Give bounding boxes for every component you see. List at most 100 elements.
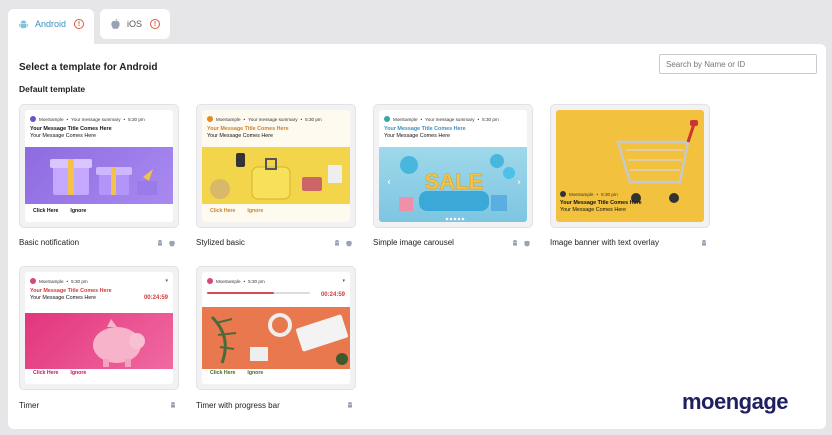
android-icon bbox=[158, 240, 162, 246]
platform-tabs: Android ! iOS ! bbox=[8, 9, 171, 45]
app-icon bbox=[560, 191, 566, 197]
notification-message: Your Message Comes Here bbox=[384, 133, 451, 139]
app-name: MoeSample bbox=[216, 116, 241, 122]
tab-ios-label: iOS bbox=[127, 19, 143, 29]
platform-icons bbox=[169, 401, 177, 409]
template-name: Simple image carousel bbox=[373, 238, 454, 247]
notification-time: 5:30 pm bbox=[128, 116, 145, 122]
template-name: Basic notification bbox=[19, 238, 80, 247]
ignore-action: Ignore bbox=[70, 208, 87, 214]
tab-android-label: Android bbox=[35, 19, 67, 29]
banner-overlay-text: MoeSample • 5:30 pm Your Message Title Co… bbox=[560, 191, 642, 213]
warning-icon: ! bbox=[150, 19, 161, 29]
countdown-timer: 00:24:59 bbox=[320, 292, 345, 298]
tab-ios[interactable]: iOS ! bbox=[100, 9, 171, 39]
notification-title: Your Message Title Comes Here bbox=[207, 126, 289, 132]
notification-header: MoeSample • 5:30 pm ▾ bbox=[202, 272, 350, 284]
ignore-action: Ignore bbox=[70, 370, 87, 376]
chevron-down-icon: ▾ bbox=[165, 278, 168, 284]
notification-header: MoeSample • 5:30 pm bbox=[560, 191, 642, 197]
notification-header: MoeSample • Your message summary • 5:30 pm bbox=[25, 110, 173, 122]
notification-header: MoeSample • 5:30 pm ▾ bbox=[25, 272, 173, 284]
notification-actions: Click Here Ignore bbox=[25, 208, 94, 214]
app-icon bbox=[30, 278, 36, 284]
notification-time: 5:30 pm bbox=[248, 278, 265, 284]
section-title: Default template bbox=[19, 84, 86, 94]
template-name: Timer bbox=[19, 401, 40, 410]
ignore-action: Ignore bbox=[247, 208, 264, 214]
template-card-stylized-basic[interactable]: MoeSample • Your message summary • 5:30 pm… bbox=[196, 104, 356, 228]
travel-image bbox=[202, 147, 350, 204]
android-icon bbox=[702, 240, 706, 246]
notification-time: 5:30 pm bbox=[71, 278, 88, 284]
notification-time: 5:30 pm bbox=[601, 191, 618, 197]
tab-android[interactable]: Android ! bbox=[8, 9, 95, 45]
notification-time: 5:30 pm bbox=[482, 116, 499, 122]
warning-icon: ! bbox=[74, 19, 85, 29]
notification-title: Your Message Title Comes Here bbox=[30, 126, 112, 132]
desk-image bbox=[202, 307, 350, 369]
platform-icons bbox=[700, 239, 708, 247]
template-name: Stylized basic bbox=[196, 238, 245, 247]
platform-icons bbox=[511, 239, 531, 247]
notification-header: MoeSample • Your message summary • 5:30 pm bbox=[202, 110, 350, 122]
platform-icons bbox=[346, 401, 354, 409]
notification-actions: Click Here Ignore bbox=[202, 208, 271, 214]
notification-title: Your Message Title Comes Here bbox=[560, 200, 642, 206]
apple-icon bbox=[346, 240, 352, 247]
template-card-timer-progress[interactable]: MoeSample • 5:30 pm ▾ 00:24:59 Click Here… bbox=[196, 266, 356, 390]
piggy-bank-image bbox=[25, 313, 173, 369]
countdown-timer: 00:24:59 bbox=[143, 294, 168, 301]
message-summary: Your message summary bbox=[71, 116, 121, 122]
click-here-action: Click Here bbox=[210, 208, 236, 214]
template-card-timer[interactable]: MoeSample • 5:30 pm ▾ Your Message Title … bbox=[19, 266, 179, 390]
apple-icon bbox=[111, 18, 120, 30]
sale-text: SALE bbox=[425, 169, 484, 194]
notification-actions: Click Here Ignore bbox=[25, 370, 94, 376]
progress-fill bbox=[207, 291, 274, 294]
app-name: MoeSample bbox=[569, 191, 594, 197]
app-name: MoeSample bbox=[216, 278, 241, 284]
android-icon bbox=[171, 402, 175, 408]
template-card-simple-image-carousel[interactable]: MoeSample • Your message summary • 5:30 pm… bbox=[373, 104, 533, 228]
notification-message: Your Message Comes Here bbox=[30, 133, 97, 139]
carousel-next-icon: › bbox=[517, 177, 521, 188]
app-icon bbox=[30, 116, 36, 122]
moengage-logo: moengage bbox=[682, 389, 789, 414]
notification-actions: Click Here Ignore bbox=[202, 370, 271, 376]
notification-message: Your Message Comes Here bbox=[207, 133, 274, 139]
template-name: Timer with progress bar bbox=[196, 401, 280, 410]
gift-image bbox=[25, 147, 173, 204]
app-icon bbox=[207, 278, 213, 284]
template-panel: Select a template for Android Default te… bbox=[8, 44, 826, 429]
app-icon bbox=[207, 116, 213, 122]
search-input[interactable] bbox=[659, 54, 817, 74]
app-name: MoeSample bbox=[39, 116, 64, 122]
progress-bar bbox=[207, 291, 310, 294]
app-name: MoeSample bbox=[393, 116, 418, 122]
apple-icon bbox=[169, 240, 175, 247]
apple-icon bbox=[524, 240, 530, 247]
android-icon bbox=[335, 240, 339, 246]
notification-time: 5:30 pm bbox=[305, 116, 322, 122]
app-name: MoeSample bbox=[39, 278, 64, 284]
click-here-action: Click Here bbox=[210, 370, 236, 376]
template-card-image-banner[interactable]: MoeSample • 5:30 pm Your Message Title Co… bbox=[550, 104, 710, 228]
message-summary: Your message summary bbox=[248, 116, 298, 122]
platform-icons bbox=[333, 239, 353, 247]
chevron-down-icon: ▾ bbox=[342, 278, 345, 284]
ignore-action: Ignore bbox=[247, 370, 264, 376]
platform-icons bbox=[156, 239, 176, 247]
android-icon bbox=[19, 19, 28, 28]
template-card-basic-notification[interactable]: MoeSample • Your message summary • 5:30 pm… bbox=[19, 104, 179, 228]
notification-header: MoeSample • Your message summary • 5:30 pm bbox=[379, 110, 527, 122]
notification-message: Your Message Comes Here bbox=[30, 295, 97, 301]
notification-title: Your Message Title Comes Here bbox=[384, 126, 466, 132]
app-icon bbox=[384, 116, 390, 122]
click-here-action: Click Here bbox=[33, 370, 59, 376]
message-summary: Your message summary bbox=[425, 116, 475, 122]
notification-message: Your Message Comes Here bbox=[560, 207, 627, 213]
carousel-prev-icon: ‹ bbox=[387, 177, 391, 188]
android-icon bbox=[348, 402, 352, 408]
android-icon bbox=[513, 240, 517, 246]
